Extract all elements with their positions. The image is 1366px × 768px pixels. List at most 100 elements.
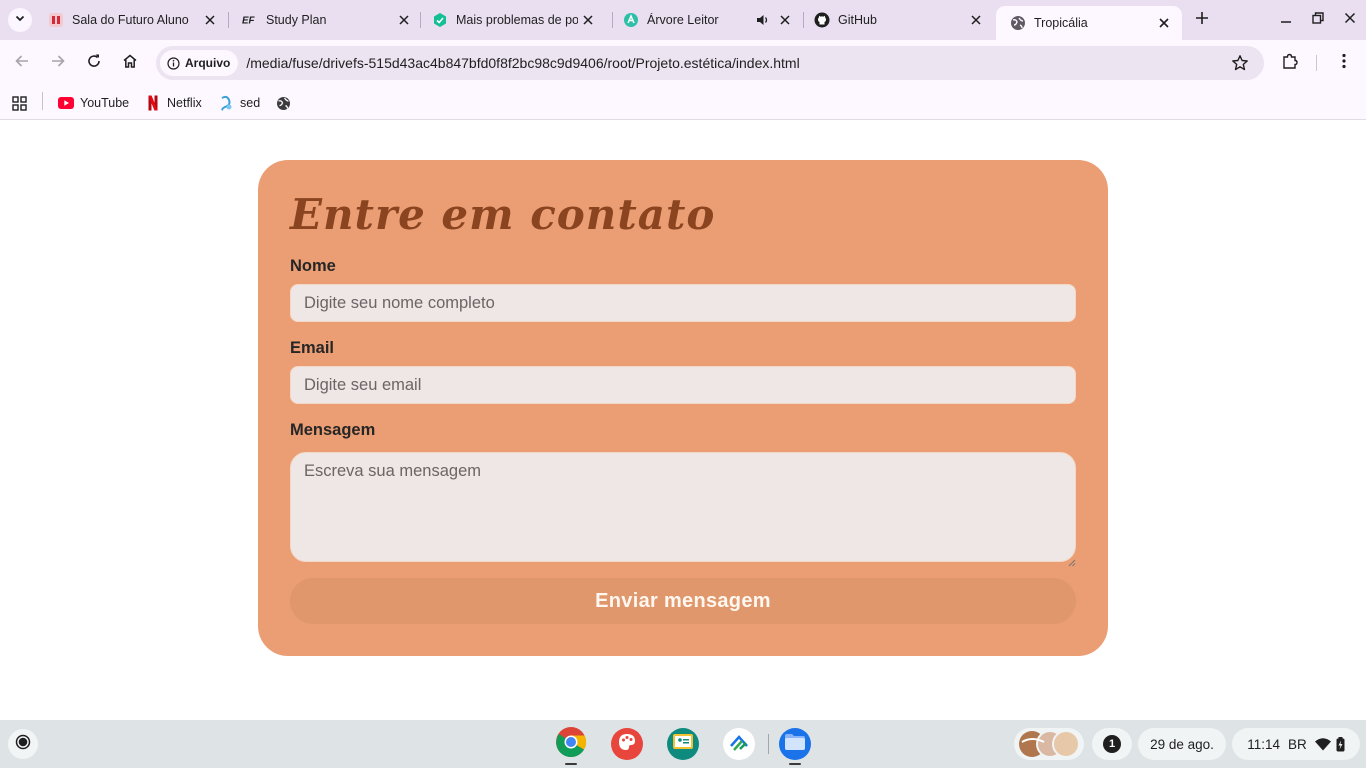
globe-icon: [1010, 15, 1026, 31]
tab-search-button[interactable]: [8, 8, 32, 32]
youtube-icon: [58, 95, 74, 111]
close-icon[interactable]: [966, 10, 986, 30]
plus-icon: [1195, 11, 1209, 30]
ef-icon: EF: [242, 12, 258, 28]
notification-tray[interactable]: 1: [1092, 728, 1132, 760]
canvas-icon: [617, 732, 637, 757]
name-label: Nome: [290, 257, 336, 275]
close-icon[interactable]: [394, 10, 414, 30]
info-icon: [166, 56, 180, 70]
classroom-app[interactable]: [667, 728, 699, 760]
tab-title: Árvore Leitor: [647, 13, 719, 27]
notification-count: 1: [1103, 735, 1121, 753]
reload-button[interactable]: [80, 49, 108, 77]
tab-sala-do-futuro[interactable]: Sala do Futuro Aluno: [34, 6, 228, 34]
wifi-icon: [1314, 737, 1331, 751]
tab-khan-academy[interactable]: Mais problemas de po: [418, 6, 612, 34]
google-classroom-icon: [672, 733, 694, 756]
battery-charging-icon: [1336, 736, 1345, 752]
holding-space-tray[interactable]: [1014, 728, 1084, 760]
email-input[interactable]: [290, 366, 1076, 404]
forward-button[interactable]: [44, 49, 72, 77]
time-text: 11:14: [1247, 736, 1280, 752]
files-app[interactable]: [779, 728, 811, 760]
chevron-down-icon: [14, 11, 26, 29]
resize-grip-icon[interactable]: [1068, 554, 1076, 567]
minimize-button[interactable]: [1274, 8, 1298, 32]
arrow-left-icon: [14, 53, 30, 74]
close-icon[interactable]: [200, 10, 220, 30]
app-running-indicator: [565, 763, 577, 765]
minimize-icon: [1280, 11, 1292, 29]
home-button[interactable]: [116, 49, 144, 77]
new-tab-button[interactable]: [1190, 8, 1214, 32]
more-vertical-icon: [1342, 53, 1346, 74]
netflix-icon: [145, 95, 161, 111]
status-tray[interactable]: 11:14 BR: [1232, 728, 1360, 760]
puzzle-icon: [1281, 52, 1299, 75]
browser-toolbar: Arquivo /media/fuse/drivefs-515d43ac4b84…: [0, 40, 1366, 86]
restore-icon: [1312, 11, 1324, 29]
launcher-button[interactable]: [8, 729, 38, 759]
apps-grid-icon: [11, 95, 27, 111]
send-message-button[interactable]: Enviar mensagem: [290, 578, 1076, 624]
arvore-icon: [623, 12, 639, 28]
bookmark-youtube[interactable]: YouTube: [58, 92, 129, 114]
tab-tropicalia[interactable]: Tropicália: [996, 6, 1182, 40]
name-input[interactable]: [290, 284, 1076, 322]
close-icon[interactable]: [1154, 13, 1174, 33]
khan-academy-icon: [432, 12, 448, 28]
chrome-icon: [555, 726, 587, 763]
launcher-icon: [15, 734, 31, 755]
bookmark-netflix[interactable]: Netflix: [145, 92, 202, 114]
bookmark-label: sed: [240, 96, 261, 110]
tab-strip: Sala do Futuro Aluno EF Study Plan Mais …: [0, 0, 1366, 40]
close-icon: [1344, 11, 1356, 29]
close-icon[interactable]: [578, 10, 598, 30]
speaker-icon[interactable]: [753, 10, 773, 30]
bookmark-star-icon[interactable]: [1230, 53, 1250, 73]
site-info-chip[interactable]: Arquivo: [160, 50, 239, 76]
extensions-button[interactable]: [1276, 49, 1304, 77]
date-tray[interactable]: 29 de ago.: [1138, 728, 1226, 760]
sala-do-futuro-icon: [48, 12, 64, 28]
site-info-label: Arquivo: [185, 56, 231, 70]
arrow-right-icon: [50, 53, 66, 74]
shelf-separator: [768, 734, 769, 754]
back-button[interactable]: [8, 49, 36, 77]
chrome-app[interactable]: [555, 726, 587, 763]
reload-icon: [86, 53, 102, 74]
tapestry-icon: [728, 731, 750, 758]
bookmark-sed[interactable]: sed: [218, 92, 260, 114]
page-viewport: Entre em contato Nome Email Mensagem Env…: [0, 121, 1366, 720]
date-text: 29 de ago.: [1150, 736, 1214, 752]
tapestry-app[interactable]: [723, 728, 755, 760]
input-method-text: BR: [1288, 736, 1307, 752]
bookmark-globe[interactable]: [275, 92, 297, 114]
bookmark-label: YouTube: [80, 96, 130, 110]
address-bar[interactable]: Arquivo /media/fuse/drivefs-515d43ac4b84…: [156, 46, 1264, 80]
restore-button[interactable]: [1306, 8, 1330, 32]
canvas-app[interactable]: [611, 728, 643, 760]
url-text[interactable]: /media/fuse/drivefs-515d43ac4b847bfd0f8f…: [246, 55, 799, 71]
email-label: Email: [290, 339, 335, 357]
toolbar-separator: [1316, 55, 1317, 71]
close-window-button[interactable]: [1338, 8, 1362, 32]
menu-button[interactable]: [1330, 49, 1358, 77]
image-thumbnail-icon: [1014, 728, 1084, 764]
bookmarks-separator: [42, 92, 43, 110]
files-icon: [784, 733, 806, 756]
message-textarea[interactable]: [290, 452, 1076, 562]
tab-title: Study Plan: [266, 13, 327, 27]
bookmark-label: Netflix: [167, 96, 202, 110]
contact-form-card: Entre em contato Nome Email Mensagem Env…: [258, 160, 1108, 656]
form-title: Entre em contato: [290, 190, 716, 239]
tab-study-plan[interactable]: EF Study Plan: [228, 6, 422, 34]
tab-github[interactable]: GitHub: [800, 6, 994, 34]
apps-button[interactable]: [11, 92, 33, 114]
tab-arvore-leitor[interactable]: Árvore Leitor: [609, 6, 803, 34]
close-icon[interactable]: [775, 10, 795, 30]
tab-title: Sala do Futuro Aluno: [72, 13, 189, 27]
app-running-indicator: [789, 763, 801, 765]
globe-icon: [275, 95, 291, 111]
